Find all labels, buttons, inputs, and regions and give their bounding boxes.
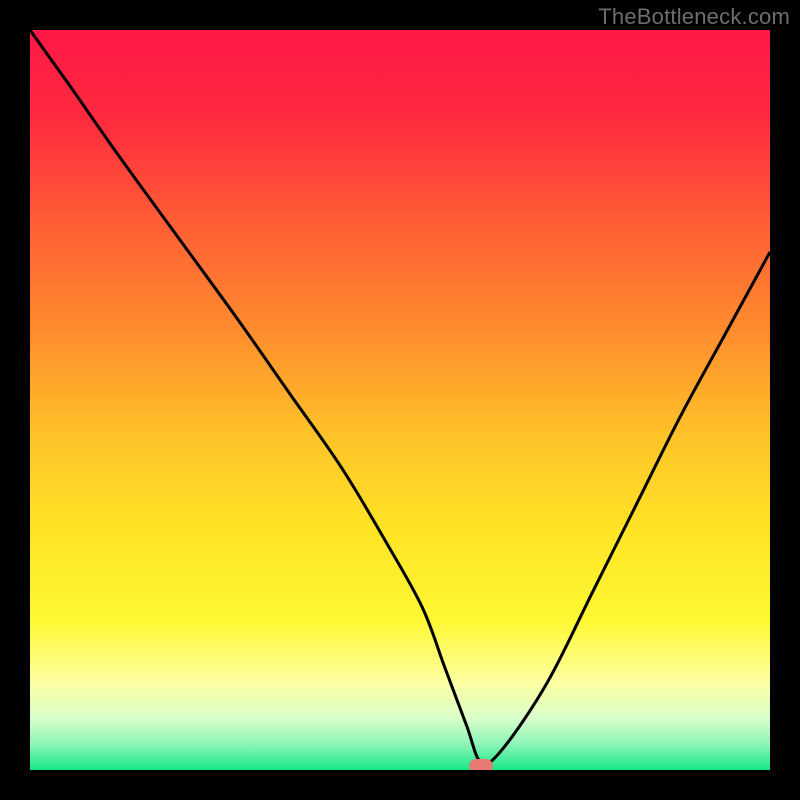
minimum-marker: [469, 759, 493, 770]
bottleneck-curve: [30, 30, 770, 770]
watermark-text: TheBottleneck.com: [598, 4, 790, 30]
plot-area: [30, 30, 770, 770]
chart-frame: TheBottleneck.com: [0, 0, 800, 800]
